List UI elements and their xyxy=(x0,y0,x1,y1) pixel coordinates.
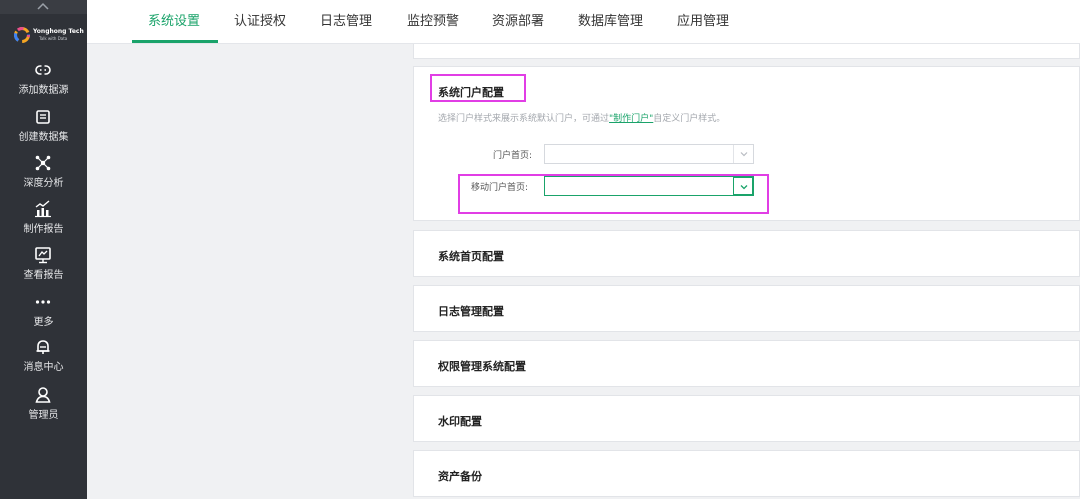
app-logo[interactable]: Yonghong Tech Talk with Data xyxy=(8,24,84,48)
nav-view-report[interactable]: 查看报告 xyxy=(0,246,87,292)
nav-deep-analysis[interactable]: 深度分析 xyxy=(0,154,87,200)
tab-system-settings[interactable]: 系统设置 xyxy=(148,0,200,44)
settings-content: 系统门户配置 选择门户样式来展示系统默认门户，可通过"制作门户"自定义门户样式。… xyxy=(87,44,1080,499)
nav-label: 创建数据集 xyxy=(18,132,69,143)
nav-more[interactable]: 更多 xyxy=(0,293,87,339)
admin-user-icon xyxy=(35,387,51,403)
nav-add-datasource[interactable]: 添加数据源 xyxy=(0,61,87,107)
nav-label: 更多 xyxy=(33,317,54,328)
sidebar-collapse-toggle[interactable] xyxy=(0,0,87,14)
tab-app-management[interactable]: 应用管理 xyxy=(677,0,729,44)
nav-label: 管理员 xyxy=(28,410,59,421)
nav-message-center[interactable]: 消息中心 xyxy=(0,338,87,384)
nav-label: 添加数据源 xyxy=(18,85,69,96)
view-report-icon xyxy=(35,247,51,264)
nav-label: 消息中心 xyxy=(23,362,64,373)
chevron-up-icon xyxy=(37,2,49,10)
tab-monitoring-alerts[interactable]: 监控预警 xyxy=(407,0,459,44)
portal-home-select[interactable] xyxy=(544,144,754,164)
portal-home-label: 门户首页: xyxy=(493,151,533,161)
section-title: 日志管理配置 xyxy=(438,305,504,318)
nav-label: 深度分析 xyxy=(23,178,64,189)
section-title: 系统首页配置 xyxy=(438,250,504,263)
yonghong-logo-icon xyxy=(14,27,30,43)
more-icon xyxy=(35,300,51,304)
portal-config-description: 选择门户样式来展示系统默认门户，可通过"制作门户"自定义门户样式。 xyxy=(438,111,725,124)
chevron-down-icon xyxy=(740,152,748,157)
watermark-config-panel[interactable]: 水印配置 xyxy=(413,395,1080,442)
logo-tagline: Talk with Data xyxy=(39,36,68,41)
bell-icon xyxy=(36,340,50,354)
sidebar: Yonghong Tech Talk with Data 添加数据源 创建数据集… xyxy=(0,0,87,499)
section-title: 权限管理系统配置 xyxy=(438,360,526,373)
make-portal-link[interactable]: "制作门户" xyxy=(609,114,653,124)
portal-config-panel: 系统门户配置 选择门户样式来展示系统默认门户，可通过"制作门户"自定义门户样式。… xyxy=(413,66,1080,221)
system-home-config-panel[interactable]: 系统首页配置 xyxy=(413,230,1080,277)
nav-create-dataset[interactable]: 创建数据集 xyxy=(0,108,87,154)
permission-system-config-panel[interactable]: 权限管理系统配置 xyxy=(413,340,1080,387)
tab-database-management[interactable]: 数据库管理 xyxy=(578,0,643,44)
top-nav: 系统设置 认证授权 日志管理 监控预警 资源部署 数据库管理 应用管理 xyxy=(87,0,1080,44)
highlight-box-title xyxy=(430,74,526,102)
chart-report-icon xyxy=(35,200,51,218)
section-title: 资产备份 xyxy=(438,470,482,483)
nav-make-report[interactable]: 制作报告 xyxy=(0,200,87,246)
nav-admin[interactable]: 管理员 xyxy=(0,386,87,432)
analysis-icon xyxy=(35,155,51,171)
desc-text: 选择门户样式来展示系统默认门户，可通过 xyxy=(438,114,610,124)
tab-auth[interactable]: 认证授权 xyxy=(234,0,286,44)
previous-panel-bottom xyxy=(413,44,1080,59)
asset-backup-panel[interactable]: 资产备份 xyxy=(413,450,1080,497)
nav-label: 制作报告 xyxy=(23,224,64,235)
highlight-box-mobile xyxy=(458,174,769,214)
logo-brand: Yonghong Tech xyxy=(33,28,84,35)
dataset-icon xyxy=(36,110,50,124)
log-management-config-panel[interactable]: 日志管理配置 xyxy=(413,285,1080,332)
dropdown-toggle[interactable] xyxy=(733,145,753,163)
desc-text-end: 自定义门户样式。 xyxy=(653,114,726,124)
link-icon xyxy=(35,65,51,75)
tab-resource-deploy[interactable]: 资源部署 xyxy=(492,0,544,44)
tab-log-management[interactable]: 日志管理 xyxy=(320,0,372,44)
active-tab-indicator xyxy=(132,40,218,43)
section-title: 水印配置 xyxy=(438,415,482,428)
nav-label: 查看报告 xyxy=(23,270,64,281)
